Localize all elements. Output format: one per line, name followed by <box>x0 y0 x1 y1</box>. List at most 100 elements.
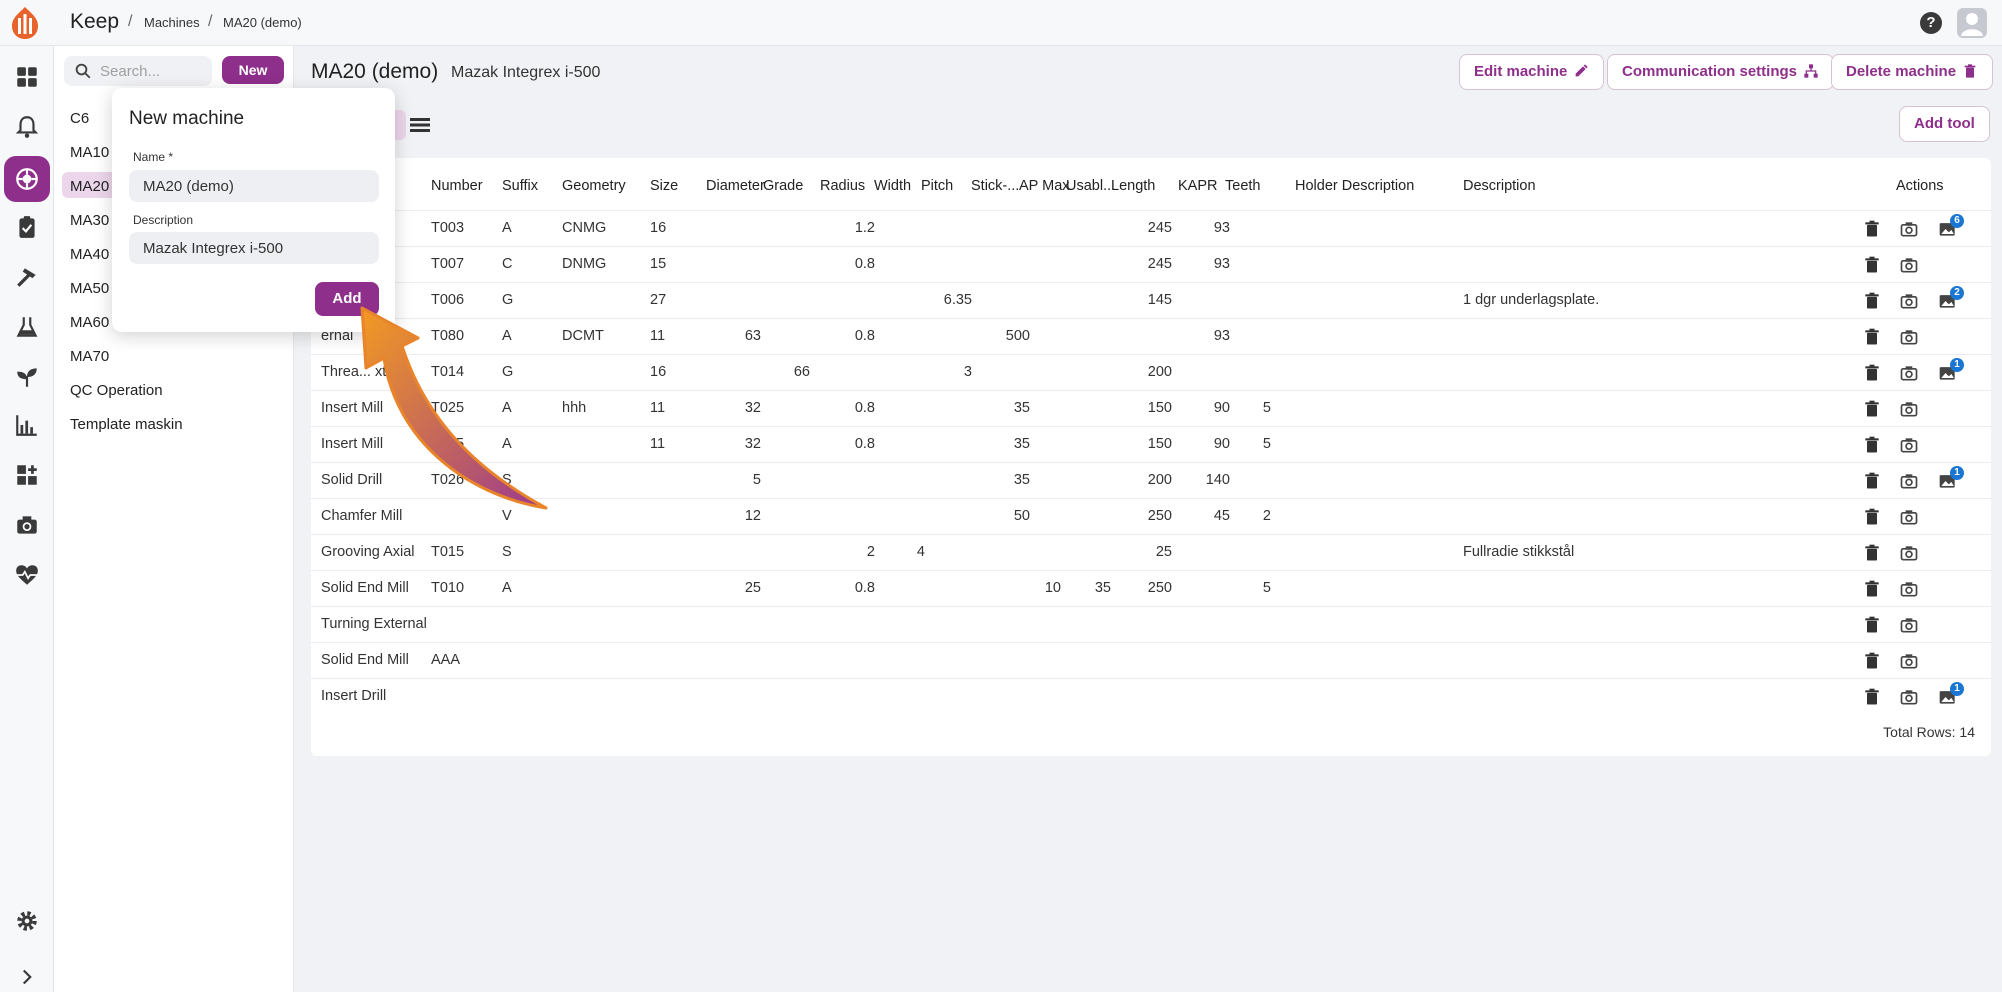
trash-icon[interactable] <box>1862 399 1882 419</box>
column-header[interactable]: Geometry <box>562 178 626 194</box>
column-header[interactable]: KAPR <box>1178 178 1218 194</box>
trash-icon[interactable] <box>1862 615 1882 635</box>
add-photo-icon[interactable] <box>1899 255 1919 275</box>
column-header[interactable]: AP Max <box>1019 178 1070 194</box>
chevron-right-icon[interactable] <box>14 964 40 990</box>
column-header[interactable]: Stick-... <box>971 178 1019 194</box>
add-photo-icon[interactable] <box>1899 579 1919 599</box>
communication-settings-button[interactable]: Communication settings <box>1607 54 1835 90</box>
add-button[interactable]: Add <box>315 282 379 316</box>
table-row[interactable]: Solid End Mill AAA <box>311 642 1991 678</box>
table-row[interactable]: ernalT007CDNMG150.824593 <box>311 246 1991 282</box>
trash-icon[interactable] <box>1862 291 1882 311</box>
trash-icon[interactable] <box>1862 255 1882 275</box>
table-row[interactable]: Solid Drill T026 S 5 35 200 140 1 <box>311 462 1991 498</box>
column-header[interactable]: Grade <box>763 178 803 194</box>
app-title[interactable]: Keep <box>70 10 119 34</box>
new-machine-button[interactable]: New <box>222 56 284 84</box>
add-tool-button[interactable]: Add tool <box>1899 106 1990 142</box>
column-header[interactable]: Teeth <box>1225 178 1260 194</box>
help-icon[interactable]: ? <box>1920 12 1942 34</box>
add-photo-icon[interactable] <box>1899 219 1919 239</box>
column-header[interactable]: Description <box>1463 178 1536 194</box>
trash-icon[interactable] <box>1862 435 1882 455</box>
hammer-icon[interactable] <box>14 264 40 290</box>
widgets-icon[interactable] <box>14 462 40 488</box>
camera-icon[interactable] <box>14 512 40 538</box>
add-photo-icon[interactable] <box>1899 615 1919 635</box>
trash-icon[interactable] <box>1862 687 1882 707</box>
column-header[interactable]: Width <box>874 178 911 194</box>
column-header[interactable]: Usabl... <box>1066 178 1115 194</box>
add-photo-icon[interactable] <box>1899 327 1919 347</box>
table-row[interactable]: Chamfer Mill V 12 50 250 45 2 <box>311 498 1991 534</box>
add-photo-icon[interactable] <box>1899 471 1919 491</box>
column-header[interactable]: Number <box>431 178 483 194</box>
column-header[interactable]: Length <box>1111 178 1155 194</box>
machine-item-ma70[interactable]: MA70 <box>70 348 109 365</box>
column-header[interactable]: Radius <box>820 178 865 194</box>
machine-item-ma50[interactable]: MA50 <box>70 280 109 297</box>
add-photo-icon[interactable] <box>1899 507 1919 527</box>
table-row[interactable]: Threa... xter... T014 G 16 66 3 200 1 <box>311 354 1991 390</box>
photo-gallery-button[interactable]: 1 <box>1938 358 1964 383</box>
trash-icon[interactable] <box>1862 579 1882 599</box>
clipboard-icon[interactable] <box>14 214 40 240</box>
sprout-icon[interactable] <box>14 364 40 390</box>
add-photo-icon[interactable] <box>1899 435 1919 455</box>
column-header[interactable]: Size <box>650 178 678 194</box>
edit-machine-button[interactable]: Edit machine <box>1459 54 1605 90</box>
logo-icon[interactable] <box>6 4 44 42</box>
name-field[interactable] <box>129 170 379 202</box>
add-photo-icon[interactable] <box>1899 543 1919 563</box>
trash-icon[interactable] <box>1862 471 1882 491</box>
table-row[interactable]: ernalT003ACNMG161.2245936 <box>311 210 1991 246</box>
list-icon[interactable] <box>404 110 436 140</box>
photo-gallery-button[interactable]: 1 <box>1938 466 1964 491</box>
search-input[interactable] <box>100 60 205 82</box>
table-row[interactable]: Solid End Mill T010 A 25 0.8 10 35 250 5 <box>311 570 1991 606</box>
column-header[interactable]: Diameter <box>706 178 765 194</box>
table-row[interactable]: Insert Drill 1 <box>311 678 1991 714</box>
column-header[interactable]: Suffix <box>502 178 538 194</box>
machine-item-template-maskin[interactable]: Template maskin <box>70 416 183 433</box>
trash-icon[interactable] <box>1862 327 1882 347</box>
delete-machine-button[interactable]: Delete machine <box>1831 54 1994 90</box>
column-header[interactable]: Holder Description <box>1295 178 1414 194</box>
add-photo-icon[interactable] <box>1899 291 1919 311</box>
table-row[interactable]: ernal T080 A DCMT 11 63 0.8 500 93 <box>311 318 1991 354</box>
column-header[interactable]: Pitch <box>921 178 953 194</box>
machine-item-qc-operation[interactable]: QC Operation <box>70 382 163 399</box>
column-header[interactable]: Actions <box>1896 178 1944 194</box>
add-photo-icon[interactable] <box>1899 399 1919 419</box>
machine-item-c6[interactable]: C6 <box>70 110 89 127</box>
add-photo-icon[interactable] <box>1899 651 1919 671</box>
bell-icon[interactable] <box>14 114 40 140</box>
machine-item-ma40[interactable]: MA40 <box>70 246 109 263</box>
machine-item-ma20[interactable]: MA20 <box>70 178 109 195</box>
table-row[interactable]: Grooving Axial T015 S 2 4 25 Fullradie stikkst… <box>311 534 1991 570</box>
add-photo-icon[interactable] <box>1899 363 1919 383</box>
search-box[interactable] <box>64 56 212 86</box>
trash-icon[interactable] <box>1862 543 1882 563</box>
chart-icon[interactable] <box>14 412 40 438</box>
photo-gallery-button[interactable]: 6 <box>1938 214 1964 239</box>
photo-gallery-button[interactable]: 1 <box>1938 682 1964 707</box>
machines-icon[interactable] <box>14 166 40 192</box>
trash-icon[interactable] <box>1862 507 1882 527</box>
dashboard-icon[interactable] <box>14 64 40 90</box>
trash-icon[interactable] <box>1862 363 1882 383</box>
table-row[interactable]: Turning External <box>311 606 1991 642</box>
photo-gallery-button[interactable]: 2 <box>1938 286 1964 311</box>
machine-item-ma30[interactable]: MA30 <box>70 212 109 229</box>
trash-icon[interactable] <box>1862 219 1882 239</box>
table-row[interactable]: Insert Mill T025 Ahhh 11 32 0.8 35 150 90 5 <box>311 390 1991 426</box>
heartbeat-icon[interactable] <box>14 562 40 588</box>
table-row[interactable]: Insert Mill T025 A 11 32 0.8 35 150 90 5 <box>311 426 1991 462</box>
breadcrumb-machines[interactable]: Machines <box>144 15 200 30</box>
machine-item-ma10[interactable]: MA10 <box>70 144 109 161</box>
table-row[interactable]: ing Exter...T006G276.351451 dgr underlag… <box>311 282 1991 318</box>
settings-icon[interactable] <box>14 908 40 934</box>
description-field[interactable] <box>129 232 379 264</box>
add-photo-icon[interactable] <box>1899 687 1919 707</box>
